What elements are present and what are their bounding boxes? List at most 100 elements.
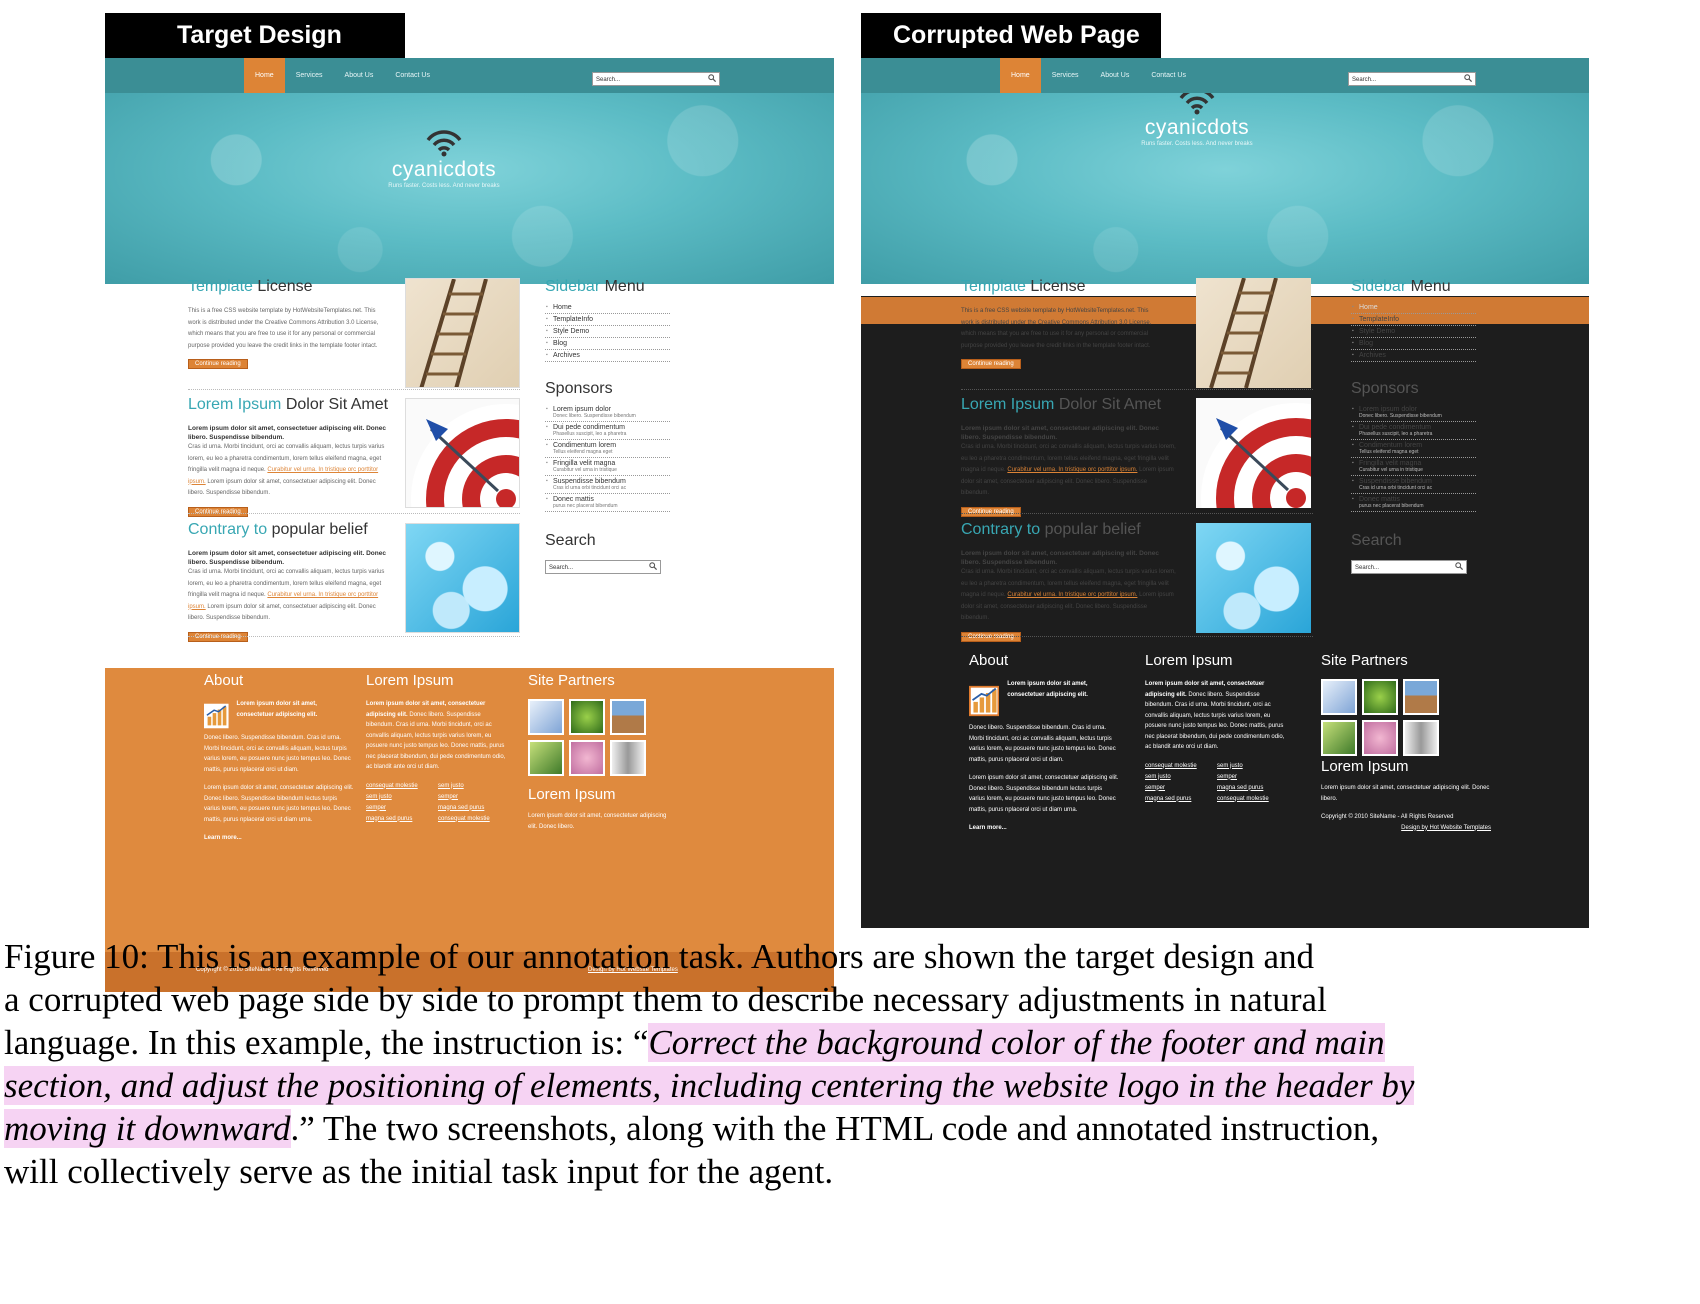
logo-text-light: cyanic [391, 158, 455, 181]
sidebar-item-archives[interactable]: Archives [1351, 350, 1476, 362]
continue-reading-button[interactable]: Continue reading [961, 506, 1021, 517]
sidebar-item-archives[interactable]: Archives [545, 350, 670, 362]
footer-link[interactable]: sem justo [438, 781, 510, 792]
chart-logo-icon [204, 703, 229, 729]
sponsor-item[interactable]: Lorem ipsum dolorDonec libero. Suspendis… [1351, 404, 1476, 422]
target-design-screenshot: Home Services About Us Contact Us Search… [105, 58, 834, 992]
logo-text-bold: dots [1207, 116, 1250, 139]
article-divider [188, 389, 520, 390]
sidebar-item-blog[interactable]: Blog [1351, 338, 1476, 350]
article-title: Lorem Ipsum Dolor Sit Amet [961, 396, 1162, 413]
partner-thumbnail[interactable] [569, 699, 605, 735]
sponsor-item[interactable]: Suspendisse bibendumCras id urna orbi ti… [545, 476, 670, 494]
footer-link[interactable]: semper [1145, 783, 1217, 794]
partner-thumbnail[interactable] [1403, 720, 1439, 756]
footer-link[interactable]: semper [1217, 772, 1289, 783]
search-icon[interactable] [708, 74, 716, 82]
nav-home[interactable]: Home [1000, 58, 1041, 93]
sidebar-item-home[interactable]: Home [1351, 302, 1476, 314]
footer-link[interactable]: magna sed purus [1217, 783, 1289, 794]
site-logo-misplaced[interactable]: cyanicdots Runs faster. Costs less. And … [1097, 93, 1297, 147]
partner-thumbnails [528, 699, 668, 776]
sidebar-search-input[interactable]: Search... [1351, 560, 1467, 574]
sidebar-item-home[interactable]: Home [545, 302, 670, 314]
continue-reading-button[interactable]: Continue reading [188, 506, 248, 517]
site-logo[interactable]: cyanicdots Runs faster. Costs less. And … [344, 126, 544, 189]
sidebar-item-templateinfo[interactable]: TemplateInfo [545, 314, 670, 326]
search-icon[interactable] [1455, 562, 1463, 570]
continue-reading-button[interactable]: Continue reading [961, 359, 1021, 369]
article-title: Lorem Ipsum Dolor Sit Amet [188, 396, 389, 413]
nav-home[interactable]: Home [244, 58, 285, 93]
learn-more-link[interactable]: Learn more... [204, 833, 354, 844]
sponsor-item[interactable]: Suspendisse bibendumCras id urna orbi ti… [1351, 476, 1476, 494]
partner-thumbnail[interactable] [1321, 679, 1357, 715]
nav-services[interactable]: Services [285, 58, 334, 93]
footer-link[interactable]: sem justo [366, 792, 438, 803]
sponsor-item[interactable]: Lorem ipsum dolorDonec libero. Suspendis… [545, 404, 670, 422]
footer-link[interactable]: consequat molestie [366, 781, 438, 792]
nav-contact-us[interactable]: Contact Us [384, 58, 441, 93]
sidebar-item-style-demo[interactable]: Style Demo [1351, 326, 1476, 338]
article-divider [188, 636, 520, 637]
footer-link-list: consequat molestie sem justo sem justo s… [1145, 761, 1285, 805]
footer-link[interactable]: consequat molestie [1217, 794, 1289, 805]
sponsor-item[interactable]: Fringilla velit magnaCurabitur vel urna … [545, 458, 670, 476]
footer-link[interactable]: consequat molestie [1145, 761, 1217, 772]
hero-banner: cyanicdots Runs faster. Costs less. And … [861, 93, 1589, 284]
partner-thumbnail[interactable] [1403, 679, 1439, 715]
footer-link[interactable]: magna sed purus [366, 814, 438, 825]
search-icon[interactable] [649, 562, 657, 570]
sponsor-item[interactable]: Condimentum loremTellus eleifend magna e… [1351, 440, 1476, 458]
partner-thumbnail[interactable] [528, 699, 564, 735]
sponsors-list: Lorem ipsum dolorDonec libero. Suspendis… [545, 404, 670, 512]
article-divider [188, 513, 520, 514]
sidebar: Sidebar Menu Home TemplateInfo Style Dem… [545, 278, 670, 574]
nav-about-us[interactable]: About Us [334, 58, 385, 93]
footer-link[interactable]: magna sed purus [438, 803, 510, 814]
nav-about-us[interactable]: About Us [1090, 58, 1141, 93]
sidebar-item-templateinfo[interactable]: TemplateInfo [1351, 314, 1476, 326]
continue-reading-button[interactable]: Continue reading [188, 359, 248, 369]
article-title: Contrary to popular belief [188, 521, 368, 538]
footer-link[interactable]: semper [366, 803, 438, 814]
article-title: Contrary to popular belief [961, 521, 1141, 538]
design-credit-link[interactable]: Design by Hot Website Templates [1321, 823, 1491, 834]
sidebar-search-input[interactable]: Search... [545, 560, 661, 574]
instruction-highlight: section, and adjust the positioning of e… [4, 1066, 1415, 1105]
nav-services[interactable]: Services [1041, 58, 1090, 93]
article-link[interactable]: Curabitur vel urna. In tristique orc por… [1007, 467, 1137, 473]
header-search-input[interactable]: Search... [1348, 72, 1476, 86]
nav-contact-us[interactable]: Contact Us [1140, 58, 1197, 93]
footer-lorem-ipsum: Lorem Ipsum Lorem ipsum dolor sit amet, … [1145, 652, 1285, 805]
article-lead: Lorem ipsum dolor sit amet, consectetuer… [961, 550, 1159, 566]
sponsor-item[interactable]: Condimentum loremTellus eleifend magna e… [545, 440, 670, 458]
learn-more-link[interactable]: Learn more... [969, 823, 1119, 834]
sidebar-item-blog[interactable]: Blog [545, 338, 670, 350]
sponsor-item[interactable]: Dui pede condimentumPhasellus suscipit, … [545, 422, 670, 440]
partner-thumbnail[interactable] [1321, 720, 1357, 756]
search-icon[interactable] [1464, 74, 1472, 82]
corrupted-page-screenshot: Home Services About Us Contact Us Search… [861, 58, 1589, 928]
partner-thumbnail[interactable] [528, 740, 564, 776]
footer-link[interactable]: magna sed purus [1145, 794, 1217, 805]
sidebar-item-style-demo[interactable]: Style Demo [545, 326, 670, 338]
top-navigation: Home Services About Us Contact Us Search… [105, 58, 834, 93]
partner-thumbnail[interactable] [1362, 720, 1398, 756]
partner-thumbnail[interactable] [610, 740, 646, 776]
footer-link[interactable]: sem justo [1217, 761, 1289, 772]
partner-thumbnail[interactable] [569, 740, 605, 776]
footer-link[interactable]: consequat molestie [438, 814, 510, 825]
sponsor-item[interactable]: Dui pede condimentumPhasellus suscipit, … [1351, 422, 1476, 440]
header-search-input[interactable]: Search... [592, 72, 720, 86]
partner-thumbnail[interactable] [610, 699, 646, 735]
partner-thumbnail[interactable] [1362, 679, 1398, 715]
sponsor-item[interactable]: Donec mattispurus nec placerat bibendum [1351, 494, 1476, 512]
article-divider [961, 513, 1313, 514]
sponsor-item[interactable]: Donec mattispurus nec placerat bibendum [545, 494, 670, 512]
footer-link[interactable]: sem justo [1145, 772, 1217, 783]
sponsor-item[interactable]: Fringilla velit magnaCurabitur vel urna … [1351, 458, 1476, 476]
hero-banner: cyanicdots Runs faster. Costs less. And … [105, 93, 834, 284]
footer-link[interactable]: semper [438, 792, 510, 803]
article-link[interactable]: Curabitur vel urna. In tristique orc por… [1007, 592, 1137, 598]
